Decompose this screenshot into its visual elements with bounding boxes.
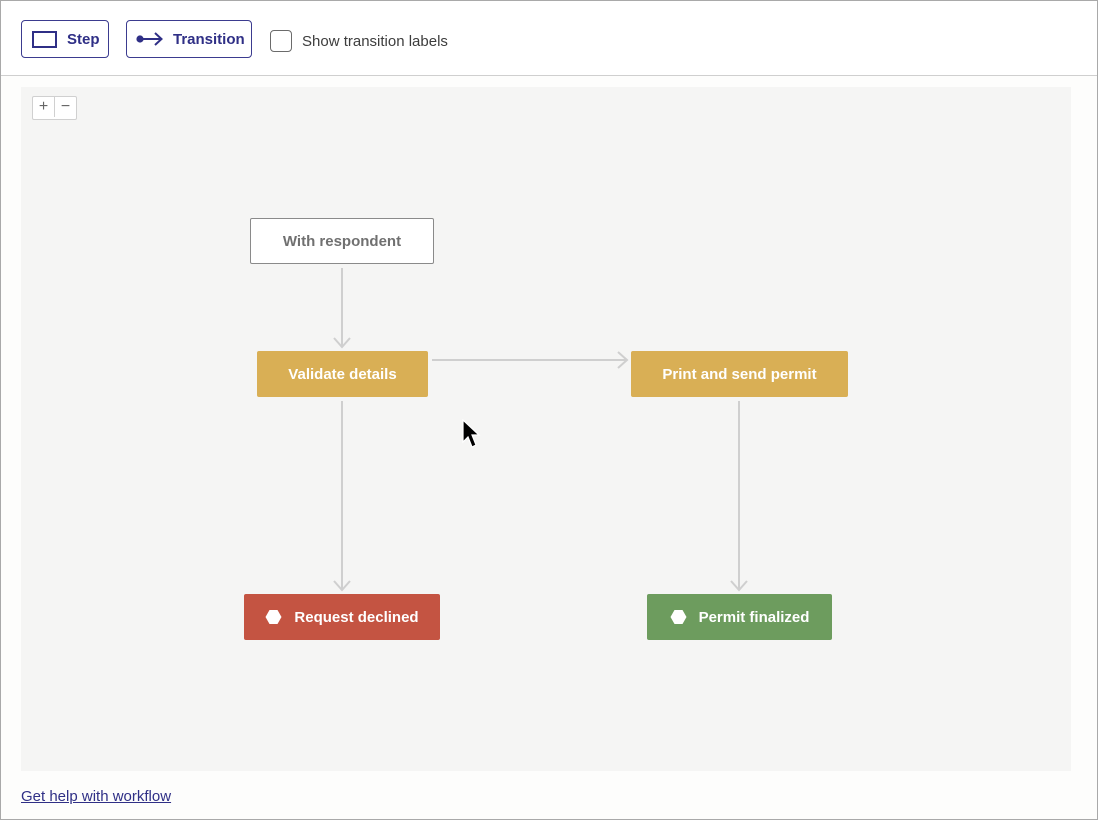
step-print-and-send-permit[interactable]: Print and send permit <box>631 351 848 397</box>
mouse-pointer-icon <box>462 418 482 454</box>
step-print-and-send-permit-label: Print and send permit <box>662 365 817 383</box>
edge-validate-to-declined[interactable] <box>333 401 351 592</box>
transition-edges <box>333 268 748 592</box>
hexagon-stop-icon <box>670 609 687 625</box>
help-workflow-link[interactable]: Get help with workflow <box>21 788 171 805</box>
hexagon-stop-icon <box>265 609 282 625</box>
step-validate-details[interactable]: Validate details <box>257 351 428 397</box>
step-with-respondent-label: With respondent <box>282 232 402 250</box>
end-step-permit-finalized-label: Permit finalized <box>698 608 810 626</box>
step-validate-details-label: Validate details <box>288 365 397 383</box>
end-step-request-declined[interactable]: Request declined <box>244 594 440 640</box>
edge-validate-to-print[interactable] <box>432 351 629 369</box>
edge-respondent-to-validate[interactable] <box>333 268 351 349</box>
end-step-permit-finalized[interactable]: Permit finalized <box>647 594 832 640</box>
workflow-editor-frame: Step Transition Show transition labels +… <box>0 0 1098 820</box>
edge-print-to-finalized[interactable] <box>730 401 748 592</box>
step-with-respondent[interactable]: With respondent <box>250 218 434 264</box>
end-step-request-declined-label: Request declined <box>294 608 419 626</box>
